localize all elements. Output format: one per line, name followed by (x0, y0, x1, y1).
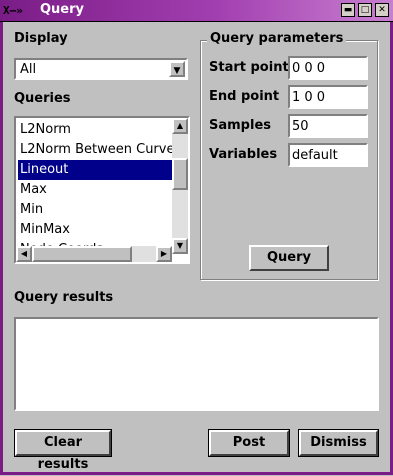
list-item[interactable]: MinMax (18, 220, 173, 240)
variables-input[interactable] (288, 143, 368, 167)
end-point-label: End point (209, 89, 280, 104)
scrollbar-thumb[interactable] (172, 158, 188, 190)
start-point-label: Start point (209, 60, 289, 75)
scroll-right-icon[interactable]: ▶ (156, 246, 172, 262)
post-button[interactable]: Post (208, 429, 290, 457)
query-results-textarea[interactable] (14, 317, 379, 411)
queries-vertical-scrollbar[interactable]: ▲ ▼ (172, 118, 188, 254)
display-selected-value: All (20, 62, 37, 77)
scroll-down-icon[interactable]: ▼ (172, 238, 188, 254)
display-label: Display (14, 31, 68, 46)
close-button[interactable]: ✕ (375, 3, 389, 17)
scroll-left-icon[interactable]: ◀ (16, 246, 32, 262)
start-point-input[interactable] (288, 56, 368, 80)
scroll-up-icon[interactable]: ▲ (172, 118, 188, 134)
end-point-input[interactable] (288, 85, 368, 109)
clear-results-button[interactable]: Clear results (14, 429, 112, 472)
title-bar[interactable]: X—» Query ▬ □ ✕ (0, 0, 393, 22)
window-frame-left (0, 22, 3, 475)
queries-horizontal-scrollbar[interactable]: ◀ ▶ (16, 246, 172, 262)
query-parameters-title: Query parameters (207, 31, 347, 46)
list-item-selected[interactable]: Lineout (18, 160, 173, 180)
window-menu-icon[interactable]: X—» (3, 3, 33, 18)
samples-label: Samples (209, 118, 271, 133)
variables-label: Variables (209, 147, 278, 162)
query-results-label: Query results (14, 290, 114, 305)
queries-list[interactable]: L2Norm L2Norm Between Curves Lineout Max… (14, 116, 190, 264)
list-item[interactable]: Max (18, 180, 173, 200)
window-title: Query (40, 2, 85, 17)
list-item[interactable]: L2Norm Between Curves (18, 140, 173, 160)
display-combobox[interactable]: All ▼ (14, 58, 188, 80)
minimize-button[interactable]: ▬ (341, 3, 355, 17)
list-item[interactable]: Min (18, 200, 173, 220)
queries-label: Queries (14, 91, 71, 106)
samples-input[interactable] (288, 114, 368, 138)
list-item[interactable]: L2Norm (18, 120, 173, 140)
chevron-down-icon[interactable]: ▼ (169, 61, 185, 77)
dismiss-button[interactable]: Dismiss (298, 429, 379, 457)
query-button[interactable]: Query (249, 245, 329, 271)
maximize-button[interactable]: □ (358, 3, 372, 17)
horizontal-scrollbar-thumb[interactable] (32, 246, 132, 262)
